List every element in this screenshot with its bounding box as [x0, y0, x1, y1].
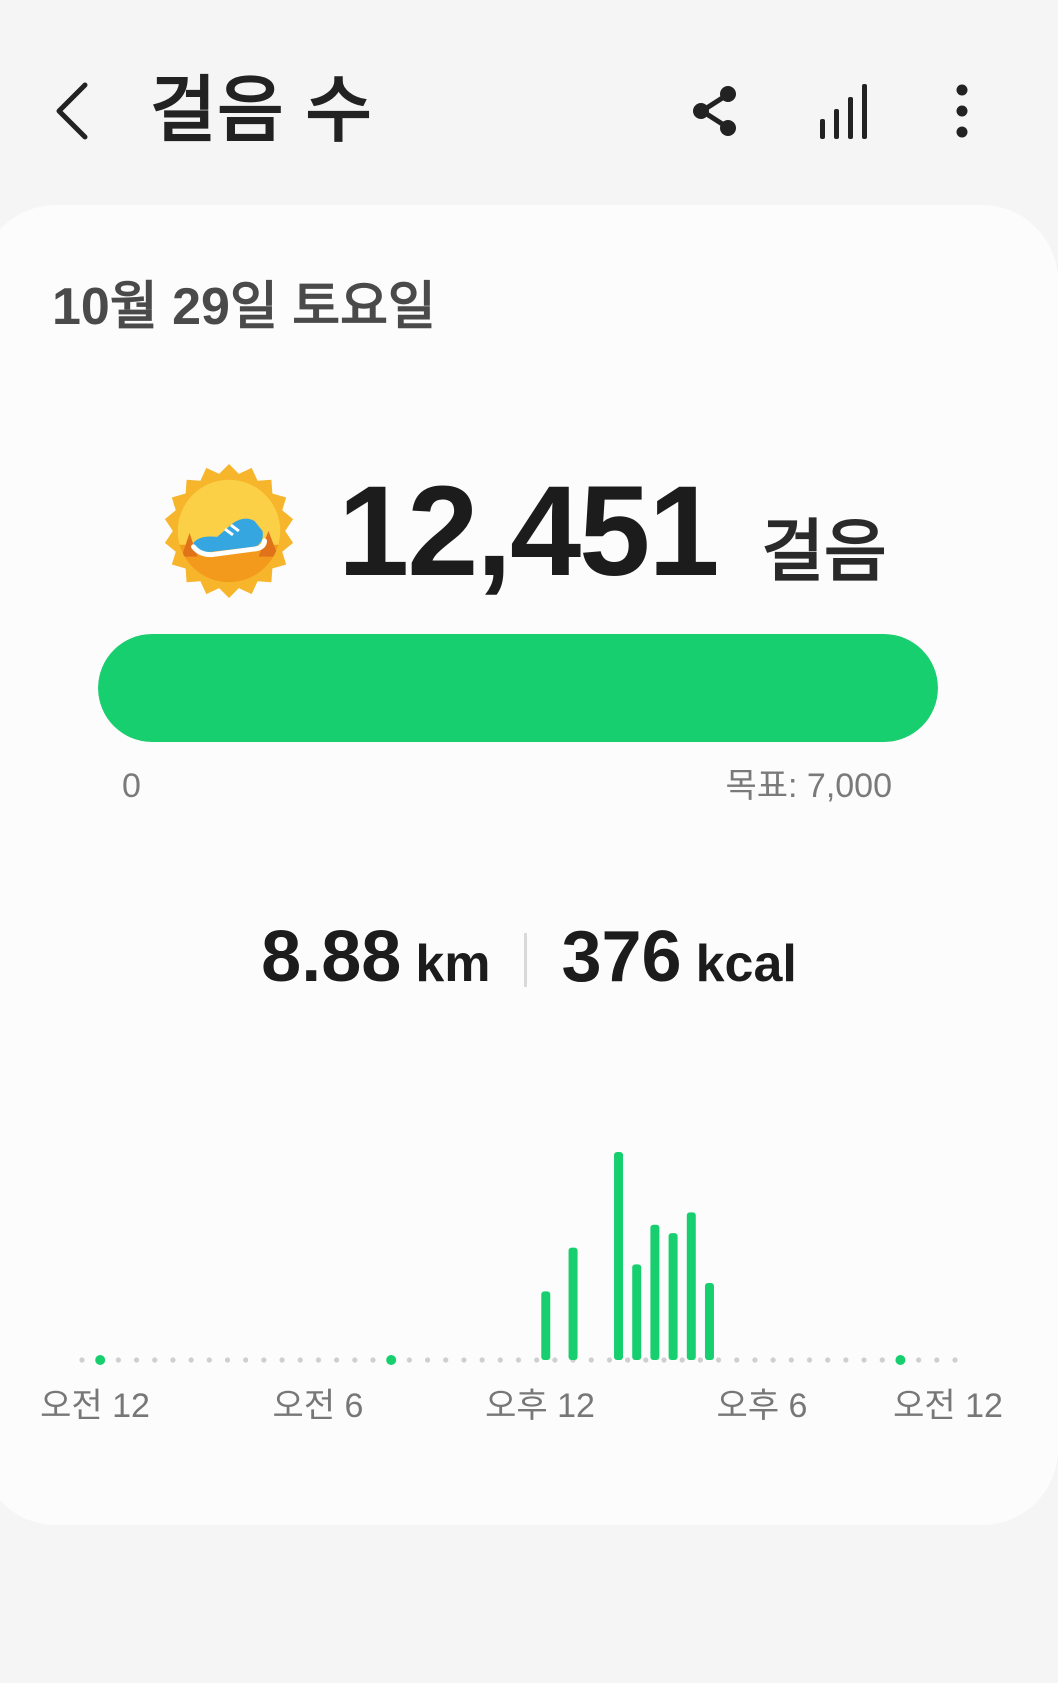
date-label: 10월 29일 토요일: [52, 278, 436, 336]
statistics-button[interactable]: [810, 76, 880, 146]
baseline-dot: [916, 1357, 922, 1363]
progress-goal-label: 목표: 7,000: [725, 767, 892, 805]
baseline-dot: [934, 1357, 940, 1363]
baseline-dot: [315, 1357, 322, 1363]
baseline-dot: [497, 1357, 503, 1363]
chart-x-tick-label: 오전 12: [40, 1387, 150, 1425]
baseline-dot: [625, 1357, 631, 1363]
chart-bar: [541, 1291, 551, 1360]
calories-value: 376: [561, 916, 682, 997]
baseline-dot: [406, 1357, 412, 1363]
running-shoe-badge-icon: [164, 463, 294, 599]
steps-progress-bar: [98, 634, 938, 742]
baseline-dot: [715, 1357, 722, 1363]
baseline-dot: [697, 1357, 703, 1363]
baseline-dot: [806, 1357, 813, 1363]
chart-x-tick-label: 오후 12: [485, 1387, 595, 1425]
baseline-dot: [734, 1357, 740, 1363]
baseline-dot: [606, 1357, 613, 1363]
chart-bar: [568, 1247, 578, 1360]
baseline-dot: [243, 1357, 249, 1363]
baseline-dot: [770, 1357, 776, 1363]
baseline-dot: [334, 1357, 340, 1363]
progress-min-label: 0: [122, 767, 141, 805]
chart-bar: [632, 1264, 642, 1360]
baseline-dot: [661, 1357, 667, 1363]
baseline-dot: [370, 1357, 376, 1363]
baseline-dot: [133, 1357, 140, 1363]
chart-point: [386, 1355, 397, 1365]
stats-divider: [524, 933, 528, 987]
baseline-dot: [515, 1357, 522, 1363]
distance-value: 8.88: [261, 916, 402, 997]
baseline-dot: [115, 1357, 121, 1363]
hourly-steps-chart[interactable]: [0, 1130, 1058, 1380]
baseline-dot: [224, 1357, 231, 1363]
steps-progress-fill: [98, 634, 938, 742]
bar-chart-icon: [820, 84, 867, 139]
baseline-dot: [188, 1357, 194, 1363]
baseline-dot: [424, 1357, 431, 1363]
baseline-dot: [952, 1357, 958, 1363]
baseline-dot: [643, 1357, 649, 1363]
baseline-dot: [279, 1357, 285, 1363]
chart-x-tick-label: 오전 6: [272, 1387, 364, 1425]
steps-value: 12,451: [338, 460, 719, 603]
baseline-dot: [152, 1357, 158, 1363]
baseline-dot: [261, 1357, 267, 1363]
baseline-dot: [443, 1357, 449, 1363]
baseline-dot: [788, 1357, 794, 1363]
baseline-dot: [843, 1357, 849, 1363]
baseline-dot: [588, 1357, 594, 1363]
baseline-dot: [825, 1357, 831, 1363]
baseline-dot: [461, 1357, 467, 1363]
chart-bar: [614, 1152, 624, 1360]
baseline-dot: [752, 1357, 758, 1363]
chart-bar: [686, 1212, 696, 1360]
baseline-dot: [352, 1357, 358, 1363]
baseline-dot: [297, 1357, 303, 1363]
baseline-dot: [534, 1357, 540, 1363]
share-button[interactable]: [680, 76, 750, 146]
distance-stat: 8.88 km: [261, 917, 490, 1004]
baseline-dot: [679, 1357, 685, 1363]
baseline-dot: [206, 1357, 212, 1363]
chart-x-tick-label: 오전 12: [893, 1387, 1003, 1425]
baseline-dot: [861, 1357, 867, 1363]
calories-unit: kcal: [695, 934, 797, 993]
steps-count: 12,451 걸음: [338, 462, 887, 602]
chart-x-tick-label: 오후 6: [716, 1387, 808, 1425]
more-options-button[interactable]: [927, 76, 997, 146]
chart-point: [895, 1355, 906, 1365]
chart-bar: [704, 1283, 714, 1360]
baseline-dot: [552, 1357, 558, 1363]
page-title: 걸음 수: [150, 71, 373, 151]
app-bar: 걸음 수: [0, 0, 1058, 200]
stats-row: 8.88 km 376 kcal: [0, 917, 1058, 1000]
chevron-left-icon: [56, 82, 88, 140]
baseline-dot: [170, 1357, 176, 1363]
baseline-dot: [79, 1357, 85, 1363]
chart-point: [95, 1355, 106, 1365]
baseline-dot: [479, 1357, 485, 1363]
baseline-dot: [879, 1357, 885, 1363]
chart-bar: [650, 1224, 660, 1360]
steps-unit: 걸음: [761, 514, 887, 590]
chart-bar: [668, 1233, 678, 1360]
distance-unit: km: [415, 934, 491, 993]
back-button[interactable]: [48, 78, 98, 144]
more-vertical-icon: [956, 84, 968, 138]
share-icon: [693, 86, 736, 136]
calories-stat: 376 kcal: [561, 917, 796, 1004]
